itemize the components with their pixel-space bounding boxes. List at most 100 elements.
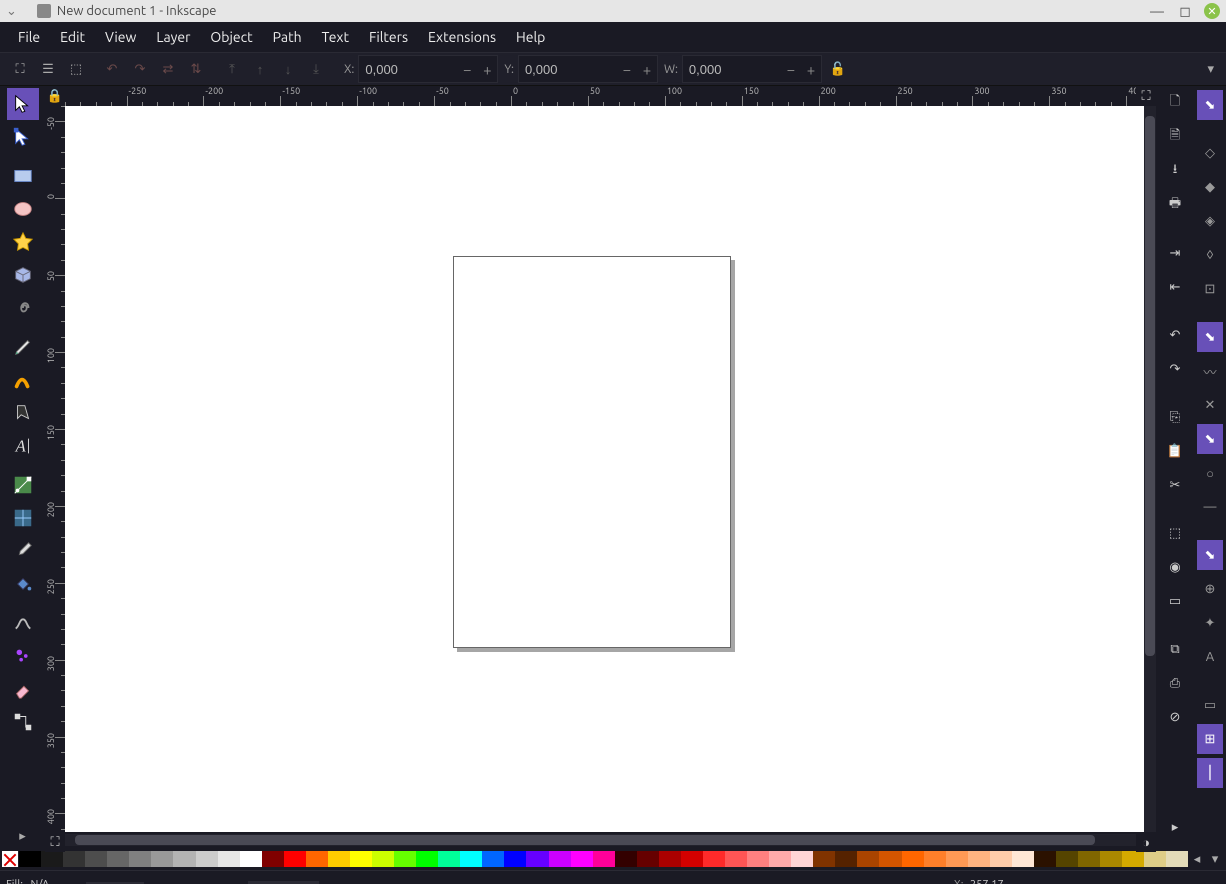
import-icon[interactable]: ⇥ xyxy=(1162,240,1188,266)
eraser-tool[interactable] xyxy=(7,673,39,705)
connector-tool[interactable] xyxy=(7,706,39,738)
flip-v-icon[interactable]: ⇅ xyxy=(185,58,207,80)
y-field[interactable] xyxy=(519,62,617,77)
w-field[interactable] xyxy=(683,62,781,77)
deselect-icon[interactable]: ⬚ xyxy=(65,58,87,80)
color-swatch[interactable] xyxy=(946,851,968,867)
menu-help[interactable]: Help xyxy=(506,27,555,47)
snap-line-mid-icon[interactable]: — xyxy=(1197,492,1223,522)
duplicate-icon[interactable]: ⧉ xyxy=(1162,636,1188,662)
x-field[interactable] xyxy=(359,62,457,77)
color-swatch[interactable] xyxy=(240,851,262,867)
snap-bbox-center-icon[interactable]: ⊡ xyxy=(1197,274,1223,304)
star-tool[interactable] xyxy=(7,226,39,258)
node-tool[interactable] xyxy=(7,121,39,153)
snap-bbox-corner-icon[interactable]: ◈ xyxy=(1197,206,1223,236)
snap-bbox-icon[interactable]: ◇ xyxy=(1197,138,1223,168)
canvas[interactable] xyxy=(65,106,1144,832)
paste-icon[interactable]: 📋 xyxy=(1162,438,1188,464)
vertical-scrollbar[interactable] xyxy=(1144,106,1156,832)
horizontal-ruler[interactable]: -250-200-150-100-50050100150200250300350… xyxy=(65,86,1136,106)
zoom-selection-icon[interactable]: ⬚ xyxy=(1162,520,1188,546)
color-swatch[interactable] xyxy=(1056,851,1078,867)
y-minus[interactable]: − xyxy=(617,61,637,78)
bezier-tool[interactable] xyxy=(7,397,39,429)
raise-top-icon[interactable]: ⤒ xyxy=(221,58,243,80)
y-plus[interactable]: + xyxy=(637,61,657,78)
color-swatch[interactable] xyxy=(703,851,725,867)
color-swatch[interactable] xyxy=(416,851,438,867)
gradient-tool[interactable] xyxy=(7,469,39,501)
zoom-page-icon[interactable]: ▭ xyxy=(1162,588,1188,614)
x-input[interactable]: −+ xyxy=(358,55,498,83)
tool-options-overflow-icon[interactable]: ▾ xyxy=(1207,62,1214,77)
tweak-tool[interactable] xyxy=(7,607,39,639)
horizontal-scrollbar[interactable] xyxy=(65,834,1136,846)
undo-icon[interactable]: ↶ xyxy=(1162,322,1188,348)
color-swatch[interactable] xyxy=(1034,851,1056,867)
color-swatch[interactable] xyxy=(284,851,306,867)
cut-icon[interactable]: ✂ xyxy=(1162,472,1188,498)
color-swatch[interactable] xyxy=(328,851,350,867)
minimize-button[interactable]: — xyxy=(1148,2,1166,20)
color-swatch[interactable] xyxy=(1122,851,1144,867)
save-icon[interactable]: ⭳ xyxy=(1162,158,1188,184)
select-all-layers-icon[interactable]: ⛶ xyxy=(9,58,31,80)
color-swatch[interactable] xyxy=(747,851,769,867)
rectangle-tool[interactable] xyxy=(7,160,39,192)
color-swatch[interactable] xyxy=(990,851,1012,867)
color-swatch[interactable] xyxy=(438,851,460,867)
color-swatch[interactable] xyxy=(63,851,85,867)
close-button[interactable]: ✕ xyxy=(1204,3,1220,19)
snap-guide-icon[interactable]: ⎮ xyxy=(1197,758,1223,788)
color-swatch[interactable] xyxy=(769,851,791,867)
snap-page-icon[interactable]: ▭ xyxy=(1197,690,1223,720)
zoom-corner-tr-icon[interactable]: ⛶ xyxy=(1136,86,1156,106)
snap-bbox-mid-icon[interactable]: ◊ xyxy=(1197,240,1223,270)
color-swatch[interactable] xyxy=(615,851,637,867)
color-swatch[interactable] xyxy=(526,851,548,867)
color-swatch[interactable] xyxy=(902,851,924,867)
color-swatch[interactable] xyxy=(306,851,328,867)
color-swatch[interactable] xyxy=(791,851,813,867)
unlink-clone-icon[interactable]: ⊘ xyxy=(1162,704,1188,730)
x-minus[interactable]: − xyxy=(457,61,477,78)
spiral-tool[interactable] xyxy=(7,292,39,324)
print-icon[interactable]: 🖶 xyxy=(1162,192,1188,218)
y-input[interactable]: −+ xyxy=(518,55,658,83)
color-swatch[interactable] xyxy=(1144,851,1166,867)
color-swatch[interactable] xyxy=(968,851,990,867)
vertical-ruler[interactable]: -50050100150200250300350400450 xyxy=(45,106,65,832)
color-swatch[interactable] xyxy=(394,851,416,867)
color-swatch[interactable] xyxy=(593,851,615,867)
x-plus[interactable]: + xyxy=(477,61,497,78)
new-document-icon[interactable]: 🗋 xyxy=(1162,90,1188,116)
snap-cusp-icon[interactable]: ⬊ xyxy=(1197,424,1223,454)
color-swatch[interactable] xyxy=(460,851,482,867)
toolbox-more-icon[interactable]: ▸ xyxy=(19,829,26,844)
pencil-tool[interactable] xyxy=(7,331,39,363)
color-manage-icon[interactable]: ◑ xyxy=(1136,832,1156,852)
box3d-tool[interactable] xyxy=(7,259,39,291)
color-swatch[interactable] xyxy=(173,851,195,867)
color-swatch[interactable] xyxy=(41,851,63,867)
lower-bottom-icon[interactable]: ⤓ xyxy=(305,58,327,80)
fill-value[interactable]: N/A xyxy=(31,879,50,884)
color-swatch[interactable] xyxy=(1012,851,1034,867)
snap-node-icon[interactable]: ⬊ xyxy=(1197,322,1223,352)
lock-aspect-icon[interactable]: 🔓 xyxy=(830,62,846,77)
no-fill-swatch[interactable] xyxy=(2,851,18,867)
menu-object[interactable]: Object xyxy=(200,27,262,47)
color-swatch[interactable] xyxy=(879,851,901,867)
menu-filters[interactable]: Filters xyxy=(359,27,418,47)
color-swatch[interactable] xyxy=(107,851,129,867)
color-swatch[interactable] xyxy=(1166,851,1188,867)
palette-menu-icon[interactable]: ▾ xyxy=(1206,852,1224,867)
lower-icon[interactable]: ↓ xyxy=(277,58,299,80)
color-swatch[interactable] xyxy=(151,851,173,867)
zoom-drawing-icon[interactable]: ◉ xyxy=(1162,554,1188,580)
color-swatch[interactable] xyxy=(262,851,284,867)
menu-extensions[interactable]: Extensions xyxy=(418,27,506,47)
w-minus[interactable]: − xyxy=(781,61,801,78)
w-input[interactable]: −+ xyxy=(682,55,822,83)
